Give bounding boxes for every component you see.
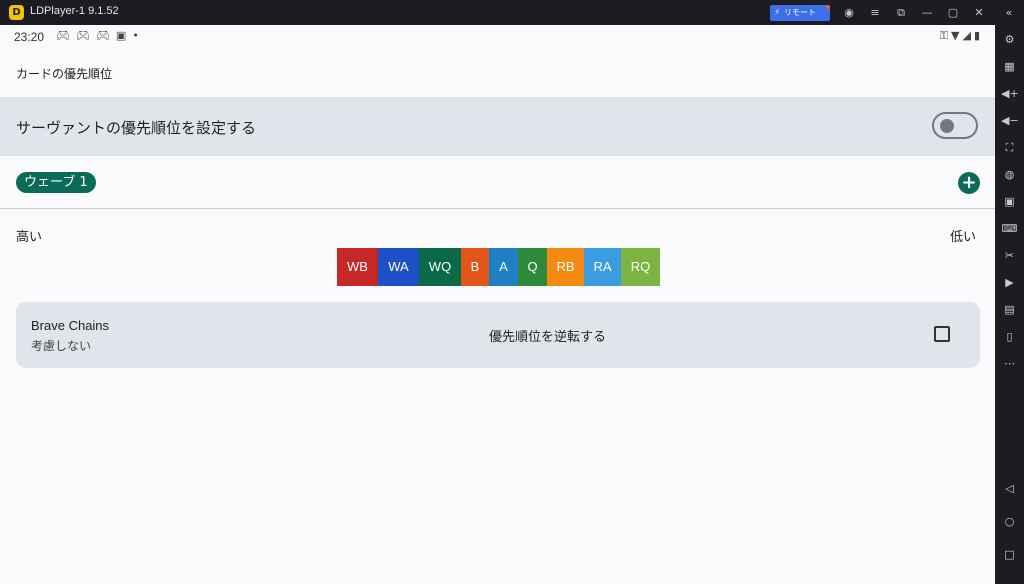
rotate-icon[interactable]: ▯ [1001,328,1018,345]
plus-icon: + [961,172,977,193]
back-icon[interactable]: ◁ [1001,480,1018,497]
high-priority-label: 高い [16,230,43,245]
font-icon: ▣ [115,29,133,42]
card-ra[interactable]: RA [584,248,621,286]
record-icon[interactable]: ▶ [1001,274,1018,291]
battery-icon: ▮ [973,29,983,42]
window-title: LDPlayer-1 9.1.52 [30,5,119,17]
reverse-priority-checkbox[interactable] [934,326,950,342]
servant-priority-toggle[interactable] [932,112,978,139]
menu-icon[interactable]: ≡ [866,4,884,22]
dot-icon: • [132,29,145,42]
settings-icon[interactable]: ⚙ [1001,31,1018,48]
gamepad-icon: 🎮︎ [95,29,116,42]
sync-icon[interactable]: ▤ [1001,301,1018,318]
brave-chains-panel: Brave Chains 考慮しない 優先順位を逆転する [16,302,980,368]
card-q[interactable]: Q [518,248,547,286]
card-a[interactable]: A [489,248,518,286]
emulator-sidebar: ⚙ ▦ ◀+ ◀− ⛶ ◍ ▣ ⌨ ✂ ▶ ▤ ▯ ⋯ ◁ ○ □ [995,25,1024,584]
divider [0,208,995,209]
volume-down-icon[interactable]: ◀− [1001,112,1019,129]
account-icon[interactable]: ◉ [840,4,858,22]
brave-chains-value[interactable]: 考慮しない [31,337,91,354]
status-bar: 23:20 🎮︎🎮︎🎮︎▣• ⚿▼◢▮ [0,25,995,49]
volume-up-icon[interactable]: ◀+ [1001,85,1019,102]
emulator-window: D LDPlayer-1 9.1.52 ⚡ リモート ◉ ≡ ⧉ — ▢ ✕ «… [0,0,1024,584]
keyboard-icon[interactable]: ⌨ [1001,220,1018,237]
page-title: カードの優先順位 [16,67,113,81]
scissors-icon[interactable]: ✂ [1001,247,1018,264]
gamepad-icon: 🎮︎ [75,29,96,42]
title-bar: D LDPlayer-1 9.1.52 ⚡ リモート ◉ ≡ ⧉ — ▢ ✕ « [0,0,1024,25]
gamepad-icon: 🎮︎ [56,29,76,42]
bolt-icon: ⚡ [774,8,781,18]
card-wa[interactable]: WA [378,248,419,286]
screenshot-icon[interactable]: ⛶ [1001,139,1018,156]
add-wave-button[interactable]: + [958,172,980,194]
wave-chip[interactable]: ウェーブ 1 [16,172,96,193]
popout-icon[interactable]: ⧉ [892,4,910,22]
minimize-icon[interactable]: — [918,4,936,22]
card-b[interactable]: B [461,248,489,286]
brave-chains-title[interactable]: Brave Chains [31,318,109,333]
servant-priority-label: サーヴァントの優先順位を設定する [16,119,257,137]
location-icon[interactable]: ◍ [1001,166,1018,183]
app-logo: D [9,5,24,20]
collapse-sidebar-icon[interactable]: « [1000,4,1018,22]
card-rq[interactable]: RQ [621,248,660,286]
notification-dot [826,5,830,9]
card-wq[interactable]: WQ [419,248,461,286]
card-rb[interactable]: RB [547,248,584,286]
remote-button[interactable]: ⚡ リモート [770,5,830,21]
apk-install-icon[interactable]: ▣ [1001,193,1018,210]
status-system-icons: ⚿▼◢▮ [940,29,983,43]
status-time: 23:20 [14,30,45,44]
home-icon[interactable]: ○ [1001,513,1018,530]
signal-icon: ◢ [962,29,974,42]
low-priority-label: 低い [950,230,977,245]
card-priority-list: WB WA WQ B A Q RB RA RQ [337,248,660,286]
more-icon[interactable]: ⋯ [1001,355,1018,372]
maximize-icon[interactable]: ▢ [944,4,962,22]
keyboard-mapping-icon[interactable]: ▦ [1001,58,1018,75]
remote-button-label: リモート [784,8,816,17]
status-notification-icons: 🎮︎🎮︎🎮︎▣• [56,29,145,42]
wifi-icon: ▼ [951,29,963,42]
card-wb[interactable]: WB [337,248,378,286]
toggle-knob [940,119,954,133]
servant-priority-row[interactable]: サーヴァントの優先順位を設定する [0,97,995,156]
recents-icon[interactable]: □ [1001,546,1018,563]
reverse-priority-label: 優先順位を逆転する [489,330,607,345]
android-screen: 23:20 🎮︎🎮︎🎮︎▣• ⚿▼◢▮ カードの優先順位 サーヴァントの優先順位… [0,25,995,584]
close-icon[interactable]: ✕ [970,4,988,22]
key-icon: ⚿ [939,29,951,42]
